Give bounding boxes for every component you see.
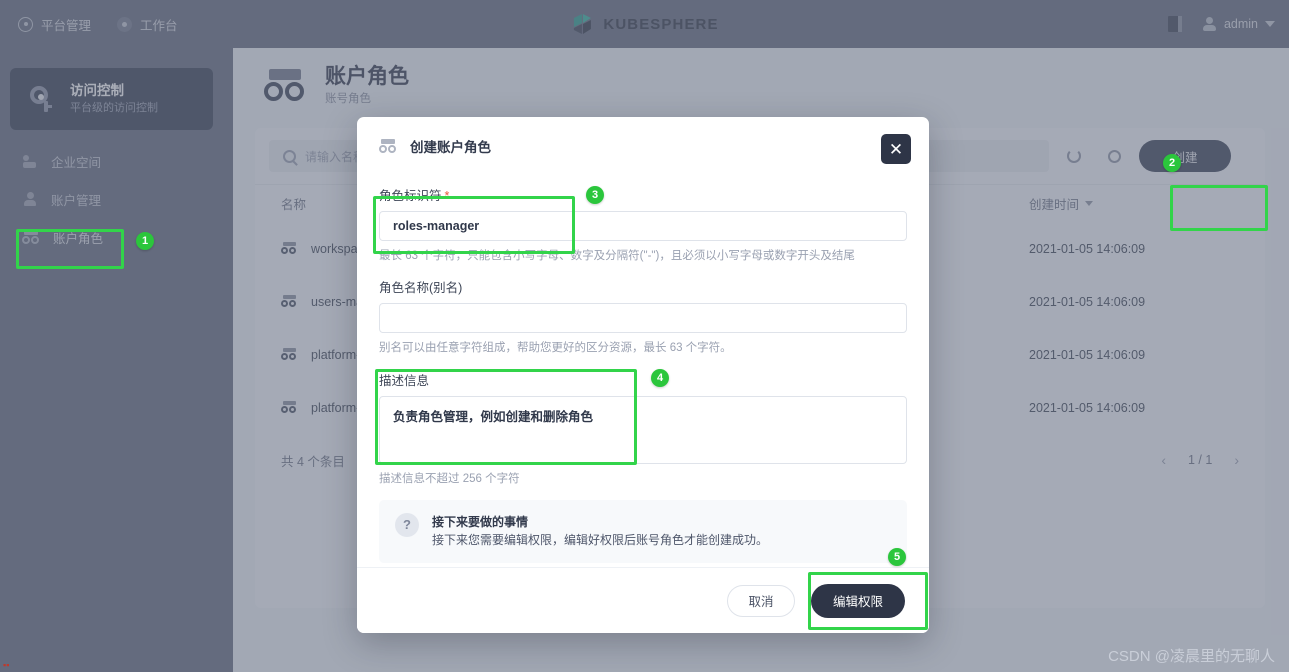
modal-header: 创建账户角色 — [357, 117, 929, 175]
field-alias: 角色名称(别名) 别名可以由任意字符组成，帮助您更好的区分资源，最长 63 个字… — [379, 277, 907, 357]
annotation-badge-1: 1 — [136, 232, 154, 250]
modal-title: 创建账户角色 — [410, 140, 491, 155]
corner-mark: ▪▪ — [3, 660, 10, 670]
annotation-badge-2: 2 — [1163, 154, 1181, 172]
field-identifier-label-text: 角色标识符 — [379, 189, 442, 203]
alias-input[interactable] — [379, 303, 907, 334]
cancel-button[interactable]: 取消 — [727, 584, 795, 617]
question-icon: ? — [395, 512, 419, 537]
annotation-badge-5: 5 — [888, 548, 906, 566]
field-identifier: 角色标识符 * roles-manager 最长 63 个字符，只能包含小写字母、… — [379, 185, 907, 265]
field-description: 描述信息 负责角色管理，例如创建和删除角色 描述信息不超过 256 个字符 — [379, 370, 907, 488]
field-description-label: 描述信息 — [379, 373, 430, 388]
field-identifier-label: 角色标识符 * — [379, 185, 907, 204]
app-root: 平台管理 工作台 KUBESPHERE admin — [0, 0, 1289, 672]
annotation-badge-3: 3 — [586, 186, 604, 204]
identifier-input[interactable]: roles-manager — [379, 211, 907, 241]
tip-title: 接下来要做的事情 — [432, 514, 529, 529]
roles-icon — [379, 139, 397, 153]
tip-description: 接下来您需要编辑权限，编辑好权限后账号角色才能创建成功。 — [432, 532, 769, 547]
modal-body: 角色标识符 * roles-manager 最长 63 个字符，只能包含小写字母、… — [357, 175, 929, 488]
watermark: CSDN @凌晨里的无聊人 — [1108, 648, 1275, 665]
edit-permissions-button[interactable]: 编辑权限 — [811, 583, 905, 618]
close-icon[interactable]: ✕ — [881, 134, 911, 164]
modal-footer: 取消 编辑权限 — [357, 567, 929, 633]
field-identifier-hint: 最长 63 个字符，只能包含小写字母、数字及分隔符("-")，且必须以小写字母或… — [379, 250, 855, 262]
field-alias-label: 角色名称(别名) — [379, 281, 463, 296]
field-alias-hint: 别名可以由任意字符组成，帮助您更好的区分资源，最长 63 个字符。 — [379, 342, 732, 355]
annotation-badge-4: 4 — [651, 369, 669, 387]
field-description-hint: 描述信息不超过 256 个字符 — [379, 472, 520, 485]
required-marker: * — [444, 189, 450, 203]
description-textarea[interactable]: 负责角色管理，例如创建和删除角色 — [379, 395, 907, 464]
create-role-modal: 创建账户角色 ✕ 角色标识符 * roles-manager 最长 63 个字符，… — [357, 117, 929, 633]
next-steps-tip: ? 接下来要做的事情 接下来您需要编辑权限，编辑好权限后账号角色才能创建成功。 — [379, 499, 907, 563]
